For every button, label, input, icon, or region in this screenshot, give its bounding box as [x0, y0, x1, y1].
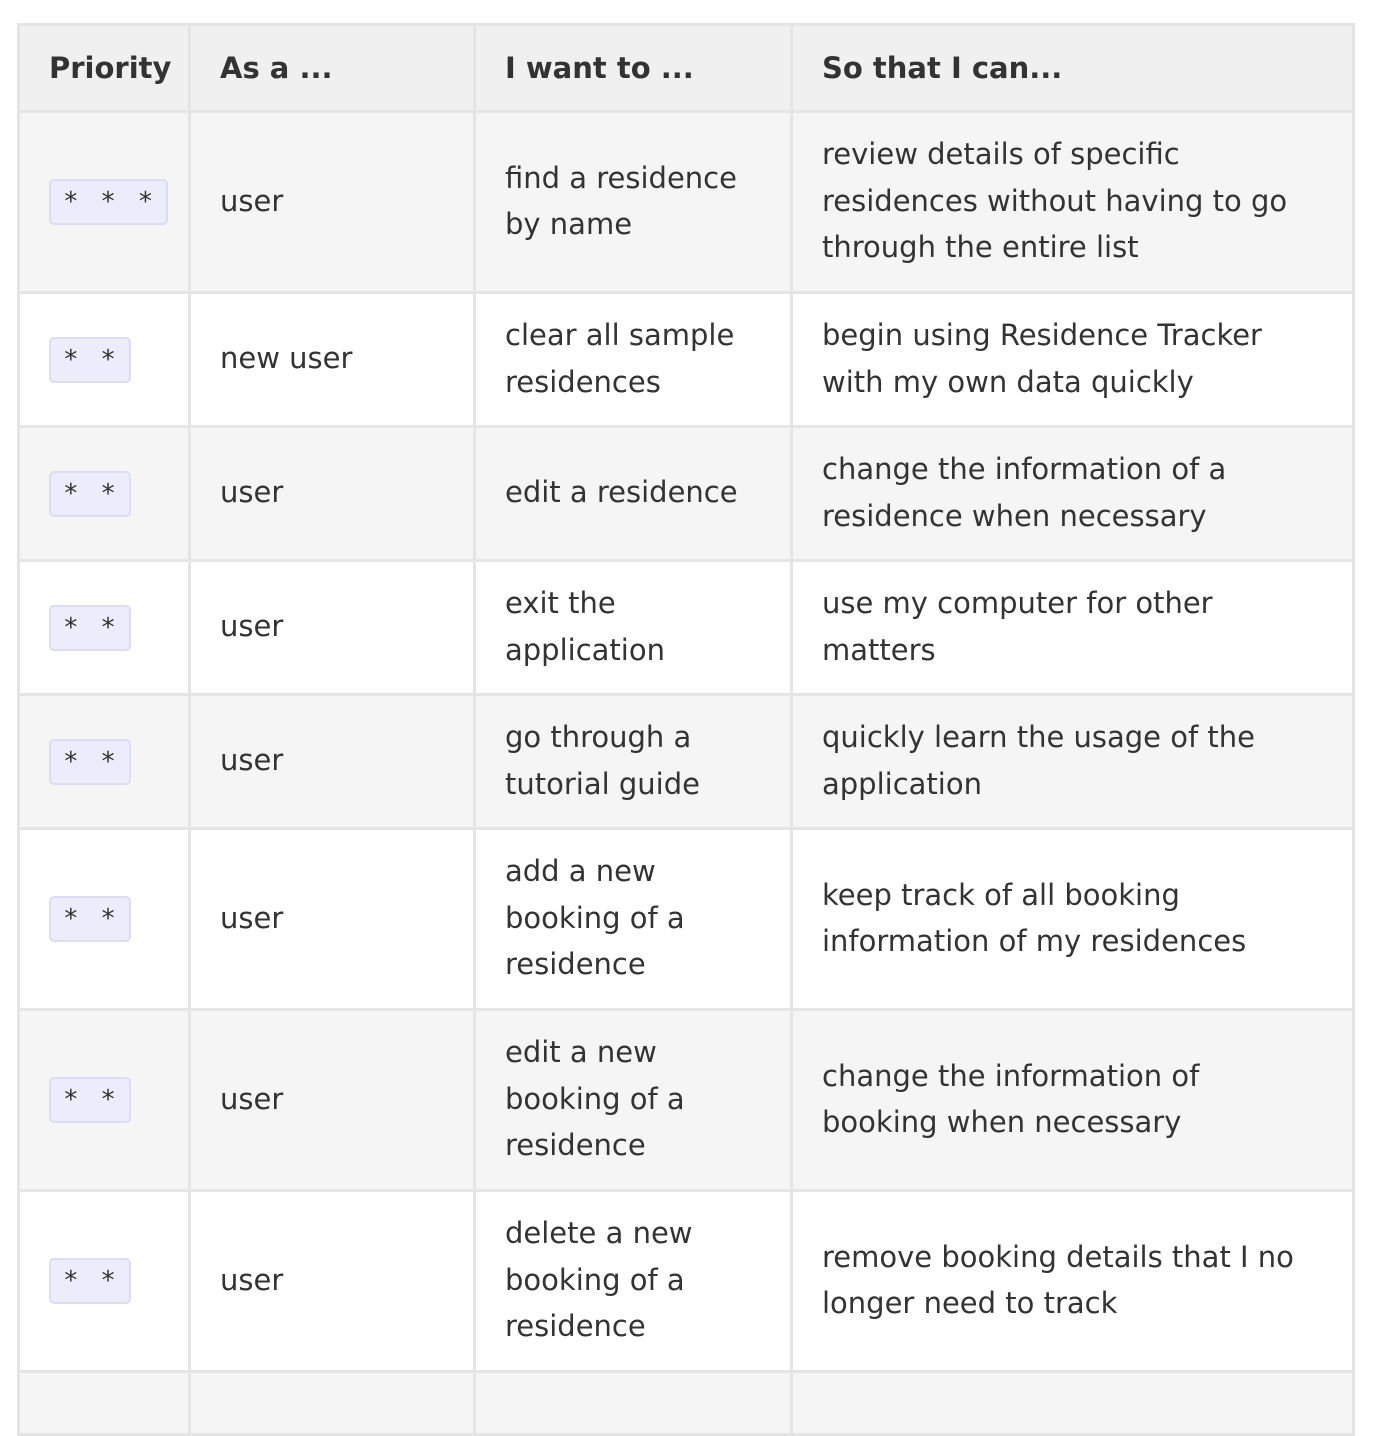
- role-cell: [188, 1370, 476, 1436]
- benefit-cell: remove booking details that I no longer …: [790, 1189, 1355, 1373]
- priority-cell: * *: [17, 827, 191, 1011]
- role-cell: user: [188, 110, 476, 294]
- priority-cell: * *: [17, 1189, 191, 1373]
- benefit-cell: quickly learn the usage of the applicati…: [790, 693, 1355, 830]
- benefit-cell: change the information of a residence wh…: [790, 425, 1355, 562]
- goal-cell: go through a tutorial guide: [473, 693, 793, 830]
- benefit-cell: [790, 1370, 1355, 1436]
- role-cell: user: [188, 425, 476, 562]
- priority-badge: * *: [49, 738, 131, 785]
- priority-badge: * *: [49, 336, 131, 383]
- goal-cell: add a new booking of a residence: [473, 827, 793, 1011]
- priority-badge: * *: [49, 470, 131, 517]
- role-cell: user: [188, 559, 476, 696]
- goal-cell: edit a new booking of a residence: [473, 1008, 793, 1192]
- table-row-partial: [17, 1370, 1355, 1436]
- user-stories-table: Priority As a ... I want to ... So that …: [17, 23, 1355, 1436]
- table-row: * * user go through a tutorial guide qui…: [17, 693, 1355, 830]
- goal-cell: edit a residence: [473, 425, 793, 562]
- role-cell: user: [188, 827, 476, 1011]
- header-priority: Priority: [17, 23, 191, 113]
- role-cell: user: [188, 1189, 476, 1373]
- priority-cell: * * *: [17, 110, 191, 294]
- table-row: * * user edit a residence change the inf…: [17, 425, 1355, 562]
- benefit-cell: keep track of all booking information of…: [790, 827, 1355, 1011]
- role-cell: user: [188, 693, 476, 830]
- priority-badge: * *: [49, 896, 131, 942]
- benefit-cell: review details of specific residences wi…: [790, 110, 1355, 294]
- priority-cell: * *: [17, 1008, 191, 1192]
- table-row: * * user exit the application use my com…: [17, 559, 1355, 696]
- priority-badge: * *: [49, 604, 131, 651]
- priority-badge: * *: [49, 1077, 131, 1123]
- role-cell: new user: [188, 291, 476, 428]
- goal-cell: exit the application: [473, 559, 793, 696]
- table-row: * * user delete a new booking of a resid…: [17, 1189, 1355, 1373]
- table-row: * * user edit a new booking of a residen…: [17, 1008, 1355, 1192]
- table-header-row: Priority As a ... I want to ... So that …: [17, 23, 1355, 113]
- header-as-a: As a ...: [188, 23, 476, 113]
- goal-cell: find a residence by name: [473, 110, 793, 294]
- role-cell: user: [188, 1008, 476, 1192]
- table-row: * * new user clear all sample residences…: [17, 291, 1355, 428]
- priority-cell: * *: [17, 425, 191, 562]
- priority-cell: * *: [17, 693, 191, 830]
- table-row: * * user add a new booking of a residenc…: [17, 827, 1355, 1011]
- benefit-cell: change the information of booking when n…: [790, 1008, 1355, 1192]
- table-row: * * * user find a residence by name revi…: [17, 110, 1355, 294]
- priority-cell: * *: [17, 291, 191, 428]
- goal-cell: delete a new booking of a residence: [473, 1189, 793, 1373]
- goal-cell: [473, 1370, 793, 1436]
- priority-badge: * * *: [49, 179, 169, 225]
- goal-cell: clear all sample residences: [473, 291, 793, 428]
- header-i-want-to: I want to ...: [473, 23, 793, 113]
- priority-badge: * *: [49, 1258, 131, 1304]
- benefit-cell: use my computer for other matters: [790, 559, 1355, 696]
- benefit-cell: begin using Residence Tracker with my ow…: [790, 291, 1355, 428]
- priority-cell: [17, 1370, 191, 1436]
- header-so-that-i-can: So that I can...: [790, 23, 1355, 113]
- priority-cell: * *: [17, 559, 191, 696]
